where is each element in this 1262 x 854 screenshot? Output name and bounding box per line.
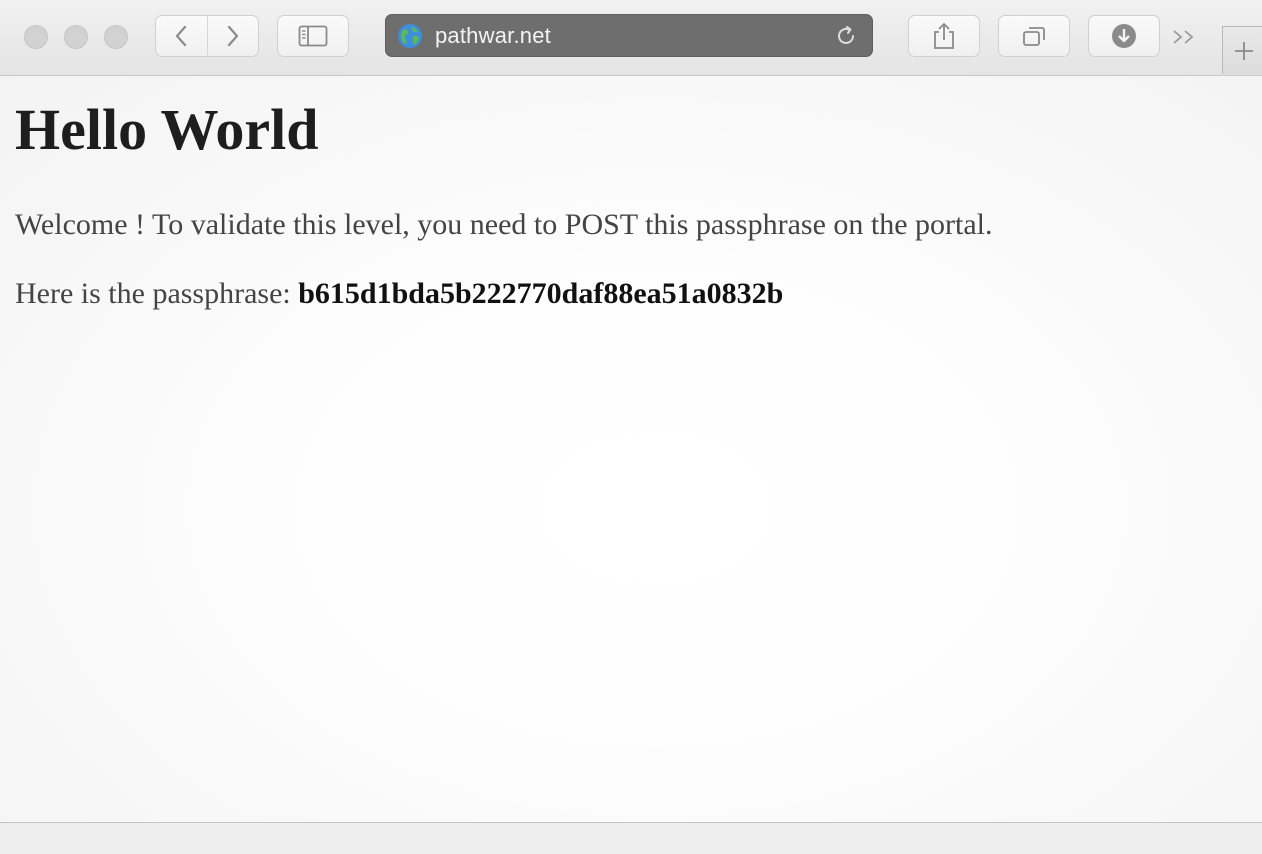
chevron-right-icon xyxy=(227,25,238,47)
web-page-content: Hello World Welcome ! To validate this l… xyxy=(0,76,1262,822)
reload-button[interactable] xyxy=(832,22,860,50)
passphrase-label: Here is the passphrase: xyxy=(15,277,299,310)
window-minimize-button[interactable] xyxy=(64,25,88,49)
forward-button[interactable] xyxy=(206,16,259,56)
welcome-text: Welcome ! To validate this level, you ne… xyxy=(15,208,993,241)
window-close-button[interactable] xyxy=(24,25,48,49)
toolbar-overflow-button[interactable] xyxy=(1168,24,1202,50)
page-heading: Hello World xyxy=(15,97,319,162)
sidebar-button[interactable] xyxy=(277,15,349,57)
window-zoom-button[interactable] xyxy=(104,25,128,49)
chevron-left-icon xyxy=(176,25,187,47)
share-icon xyxy=(934,23,954,49)
tabs-overview-icon xyxy=(1023,27,1045,46)
status-bar xyxy=(0,822,1262,854)
globe-icon xyxy=(397,23,423,49)
double-chevron-right-icon xyxy=(1173,30,1194,44)
navigation-buttons xyxy=(155,15,259,57)
downloads-button[interactable] xyxy=(1088,15,1160,57)
passphrase-line: Here is the passphrase: b615d1bda5b22277… xyxy=(15,276,783,312)
download-icon xyxy=(1112,24,1136,48)
address-bar[interactable]: pathwar.net xyxy=(385,14,873,57)
browser-window: pathwar.net Hello World Welcome ! To val… xyxy=(0,0,1262,854)
back-button[interactable] xyxy=(156,16,207,56)
sidebar-icon xyxy=(298,25,328,47)
new-tab-button[interactable] xyxy=(1222,26,1262,74)
url-text[interactable]: pathwar.net xyxy=(435,23,832,49)
passphrase-value: b615d1bda5b222770daf88ea51a0832b xyxy=(298,277,784,310)
browser-toolbar: pathwar.net xyxy=(0,0,1262,76)
reload-icon xyxy=(838,25,854,44)
plus-icon xyxy=(1235,41,1253,60)
share-button[interactable] xyxy=(908,15,980,57)
tab-overview-button[interactable] xyxy=(998,15,1070,57)
